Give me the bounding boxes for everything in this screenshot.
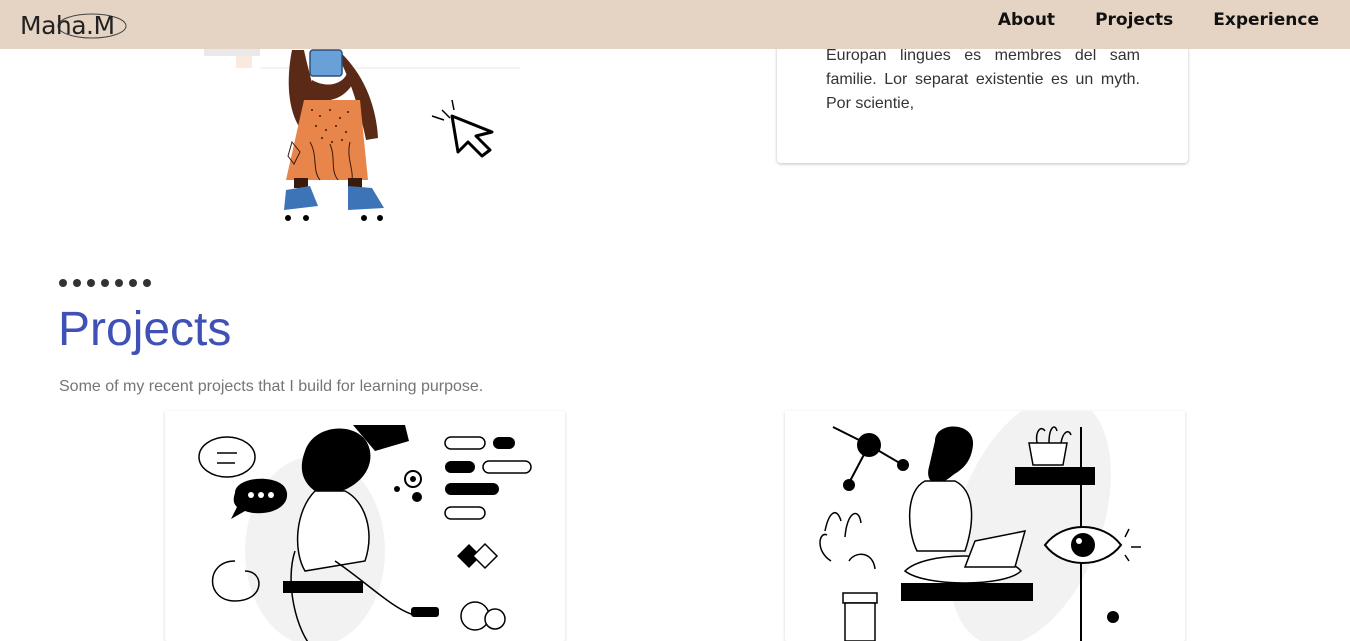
hero-illustration: [204, 44, 520, 221]
project-card[interactable]: [785, 411, 1185, 641]
nav-link-projects[interactable]: Projects: [1095, 9, 1173, 31]
project-card[interactable]: [165, 411, 565, 641]
logo-text: Maha.M: [20, 11, 115, 40]
nav-link-experience[interactable]: Experience: [1213, 9, 1319, 31]
about-text: Europan lingues es membres del sam famil…: [826, 47, 1140, 112]
navbar: Maha.M About Projects Experience: [0, 0, 1350, 49]
projects-subtitle: Some of my recent projects that I build …: [59, 378, 484, 395]
section-dots: [59, 279, 157, 287]
project-illustration-laptop: [819, 411, 1141, 641]
nav-links: About Projects Experience: [958, 9, 1319, 31]
site-logo[interactable]: Maha.M: [20, 9, 130, 41]
projects-title: Projects: [58, 303, 232, 356]
nav-link-about[interactable]: About: [998, 9, 1055, 31]
project-illustration-chat: [198, 425, 532, 641]
